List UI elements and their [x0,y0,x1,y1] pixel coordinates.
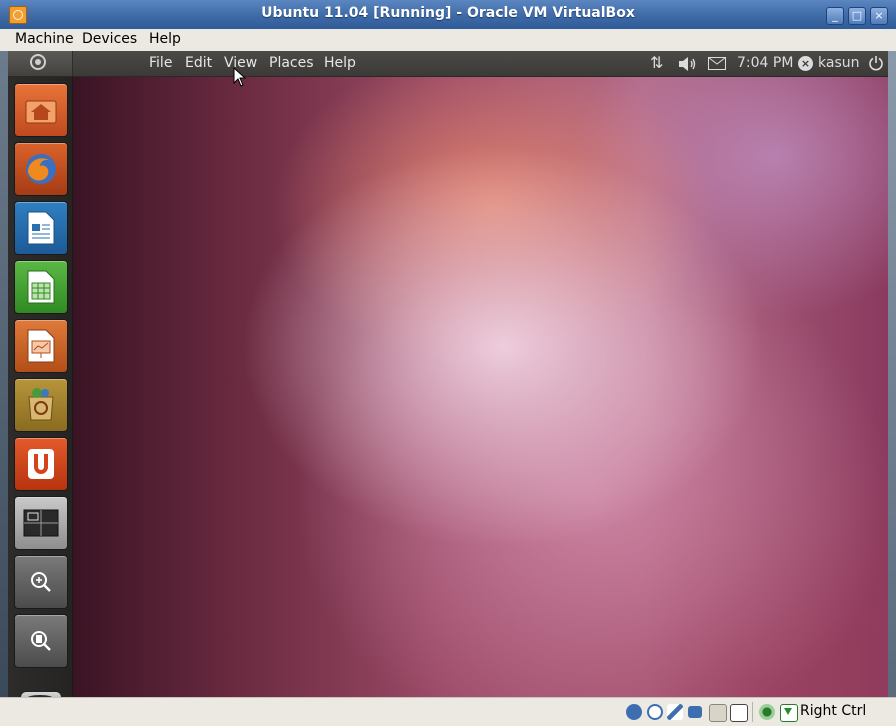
launcher-files-lens[interactable] [14,614,68,668]
network-icon[interactable]: ⇅ [650,53,663,72]
user-name[interactable]: kasun [818,55,859,71]
calc-spreadsheet-icon [27,270,55,304]
volume-icon[interactable] [678,56,698,72]
ubuntu-logo-icon [30,54,46,70]
host-key-label[interactable]: Right Ctrl [800,703,866,719]
host-desktop-strip-right [888,51,896,697]
launcher-workspace-switcher[interactable] [14,496,68,550]
mail-icon[interactable] [708,57,726,70]
host-desktop-strip-left [0,51,8,697]
panel-menu-help[interactable]: Help [324,55,356,71]
panel-menu-edit[interactable]: Edit [185,55,212,71]
mouse-integration-icon[interactable] [759,704,775,720]
launcher-libreoffice-writer[interactable] [14,201,68,255]
shared-folders-icon[interactable] [709,704,727,722]
panel-menu-places[interactable]: Places [269,55,314,71]
ubuntu-desktop-wallpaper[interactable] [73,77,888,697]
close-button[interactable]: × [870,7,888,25]
menu-help[interactable]: Help [149,31,181,47]
launcher-libreoffice-calc[interactable] [14,260,68,314]
window-title: Ubuntu 11.04 [Running] - Oracle VM Virtu… [261,5,635,21]
launcher-ubuntu-software-center[interactable] [14,378,68,432]
clock[interactable]: 7:04 PM [737,55,793,71]
vm-screen[interactable]: File Edit View Places Help ⇅ 7:04 PM × k… [8,51,888,697]
launcher-home-folder[interactable] [14,83,68,137]
ubuntu-one-icon [28,449,54,479]
impress-presentation-icon [27,329,55,363]
applications-magnifier-icon [31,572,51,592]
files-magnifier-icon [31,631,51,651]
video-capture-icon[interactable] [730,704,748,722]
vbox-menubar: Machine Devices Help [0,29,896,51]
writer-document-icon [27,211,55,245]
unity-launcher [8,77,73,697]
minimize-button[interactable]: _ [826,7,844,25]
menu-machine[interactable]: Machine [15,31,74,47]
launcher-libreoffice-impress[interactable] [14,319,68,373]
statusbar-divider [752,702,753,722]
maximize-button[interactable]: □ [848,7,866,25]
launcher-firefox[interactable] [14,142,68,196]
firefox-icon [26,154,56,184]
ubuntu-top-panel: File Edit View Places Help ⇅ 7:04 PM × k… [8,51,888,77]
network-adapter-icon[interactable] [688,706,702,718]
window-titlebar[interactable]: Ubuntu 11.04 [Running] - Oracle VM Virtu… [0,0,896,30]
user-status-icon: × [798,56,813,71]
vbox-statusbar: Right Ctrl [0,697,896,726]
harddisk-icon[interactable] [626,704,642,720]
bfb-button[interactable] [8,51,73,76]
panel-menu-file[interactable]: File [149,55,172,71]
mouse-pointer-icon [233,67,247,87]
keyboard-capture-icon[interactable] [780,704,798,722]
workspaces-icon [23,509,59,537]
software-center-bag-icon [28,388,54,421]
launcher-applications-lens[interactable] [14,555,68,609]
power-icon[interactable] [868,55,884,71]
menu-devices[interactable]: Devices [82,31,137,47]
cdrom-icon[interactable] [647,704,663,720]
virtualbox-window: Ubuntu 11.04 [Running] - Oracle VM Virtu… [0,0,896,726]
home-folder-icon [25,100,57,124]
usb-icon[interactable] [667,704,683,720]
launcher-ubuntu-one[interactable] [14,437,68,491]
